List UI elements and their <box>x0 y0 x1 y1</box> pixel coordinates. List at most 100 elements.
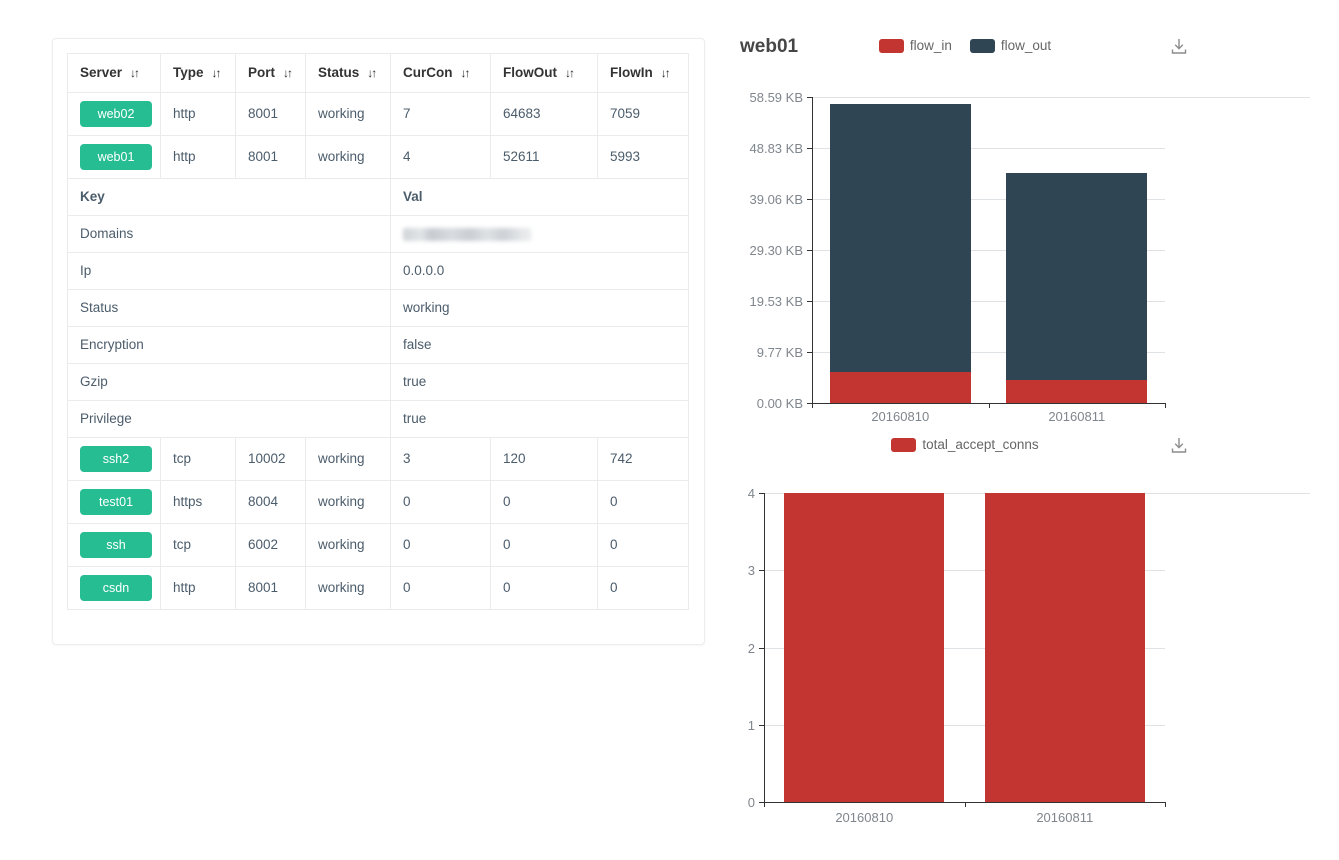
bar-segment-total_accept_conns[interactable] <box>784 493 944 802</box>
x-axis-tick <box>1165 802 1166 807</box>
y-axis-label: 48.83 KB <box>735 141 803 156</box>
cell-value: tcp <box>173 451 191 466</box>
table-header: Server↓↑Type↓↑Port↓↑Status↓↑CurCon↓↑Flow… <box>68 54 689 93</box>
cell-value: 0 <box>403 494 411 509</box>
x-axis-tick <box>1165 403 1166 408</box>
y-axis-label: 0.00 KB <box>735 396 803 411</box>
cell-value: 0 <box>610 580 618 595</box>
download-icon[interactable] <box>1168 36 1192 60</box>
cell-value: 0 <box>403 580 411 595</box>
sort-icon[interactable]: ↓↑ <box>661 65 669 81</box>
bar-segment-flow_in[interactable] <box>1006 380 1147 403</box>
sort-icon[interactable]: ↓↑ <box>367 65 375 81</box>
y-axis-label: 1 <box>735 718 755 733</box>
cell-value: 0 <box>503 580 511 595</box>
cell-value: 0 <box>503 537 511 552</box>
cell-value: working <box>318 106 365 121</box>
column-header-server[interactable]: Server↓↑ <box>68 54 161 93</box>
cell-value: 5993 <box>610 149 640 164</box>
cell-value: 8001 <box>248 106 278 121</box>
cell-value: working <box>318 149 365 164</box>
cell-value: 0 <box>403 537 411 552</box>
detail-key: Encryption <box>68 327 391 364</box>
cell-value: 10002 <box>248 451 286 466</box>
detail-row: Ip0.0.0.0 <box>68 253 689 290</box>
sort-icon[interactable]: ↓↑ <box>565 65 573 81</box>
column-header-port[interactable]: Port↓↑ <box>236 54 306 93</box>
y-axis-label: 2 <box>735 641 755 656</box>
legend-label: total_accept_conns <box>922 437 1038 452</box>
sort-icon[interactable]: ↓↑ <box>283 65 291 81</box>
detail-value: true <box>403 411 426 426</box>
cell-value: 52611 <box>503 149 540 164</box>
cell-value: 8001 <box>248 149 278 164</box>
redacted-value <box>403 228 531 241</box>
column-label: CurCon <box>403 65 453 80</box>
cell-value: 0 <box>610 537 618 552</box>
server-badge[interactable]: ssh2 <box>80 446 152 472</box>
bar-segment-flow_out[interactable] <box>830 104 971 372</box>
x-axis-label: 20160811 <box>989 409 1166 424</box>
sort-icon[interactable]: ↓↑ <box>212 65 220 81</box>
cell-value: 742 <box>610 451 633 466</box>
cell-value: working <box>318 537 365 552</box>
cell-value: 8004 <box>248 494 278 509</box>
legend-label: flow_in <box>910 38 952 53</box>
table-row: sshtcp6002working000 <box>68 524 689 567</box>
table-row: csdnhttp8001working000 <box>68 567 689 610</box>
server-badge[interactable]: test01 <box>80 489 152 515</box>
y-axis-label: 29.30 KB <box>735 243 803 258</box>
cell-value: 64683 <box>503 106 541 121</box>
bar-segment-total_accept_conns[interactable] <box>985 493 1145 802</box>
cell-value: 7059 <box>610 106 640 121</box>
column-header-type[interactable]: Type ↓↑ <box>161 54 236 93</box>
flow-stacked-bar-chart: 0.00 KB9.77 KB19.53 KB29.30 KB39.06 KB48… <box>735 85 1315 440</box>
detail-header-row: KeyVal <box>68 179 689 216</box>
y-axis-label: 9.77 KB <box>735 345 803 360</box>
column-header-flowout[interactable]: FlowOut↓↑ <box>491 54 598 93</box>
legend-item-flow_in[interactable]: flow_in <box>879 38 952 53</box>
column-header-curcon[interactable]: CurCon ↓↑ <box>391 54 491 93</box>
sort-icon[interactable]: ↓↑ <box>130 65 138 81</box>
x-axis-label: 20160811 <box>965 810 1166 825</box>
download-icon[interactable] <box>1168 435 1192 459</box>
cell-value: 0 <box>610 494 618 509</box>
legend-item-flow_out[interactable]: flow_out <box>970 38 1051 53</box>
cell-value: 6002 <box>248 537 278 552</box>
cell-value: http <box>173 580 196 595</box>
cell-value: working <box>318 451 365 466</box>
y-axis-line <box>812 97 813 403</box>
legend-swatch <box>891 438 916 452</box>
table-row: ssh2tcp10002working3120742 <box>68 438 689 481</box>
server-badge[interactable]: csdn <box>80 575 152 601</box>
detail-row: Domains <box>68 216 689 253</box>
column-header-status[interactable]: Status↓↑ <box>306 54 391 93</box>
sort-icon[interactable]: ↓↑ <box>461 65 469 81</box>
bar-segment-flow_out[interactable] <box>1006 173 1147 380</box>
x-axis-label: 20160810 <box>764 810 965 825</box>
cell-value: http <box>173 149 196 164</box>
server-badge[interactable]: ssh <box>80 532 152 558</box>
server-badge[interactable]: web02 <box>80 101 152 127</box>
gridline <box>812 97 1310 98</box>
column-header-flowin[interactable]: FlowIn↓↑ <box>598 54 689 93</box>
server-badge[interactable]: web01 <box>80 144 152 170</box>
y-axis-label: 4 <box>735 486 755 501</box>
cell-value: 0 <box>503 494 511 509</box>
detail-row: Statusworking <box>68 290 689 327</box>
server-table-card: Server↓↑Type↓↑Port↓↑Status↓↑CurCon↓↑Flow… <box>52 38 705 645</box>
cell-value: 120 <box>503 451 526 466</box>
y-axis-label: 58.59 KB <box>735 90 803 105</box>
chart2-legend: total_accept_conns <box>735 437 1195 452</box>
cell-value: working <box>318 580 365 595</box>
cell-value: 7 <box>403 106 411 121</box>
detail-key: Privilege <box>68 401 391 438</box>
x-axis-label: 20160810 <box>812 409 989 424</box>
cell-value: https <box>173 494 202 509</box>
cell-value: working <box>318 494 365 509</box>
detail-value: false <box>403 337 432 352</box>
column-label: Type <box>173 65 204 80</box>
chart1-legend: flow_in flow_out <box>735 38 1195 53</box>
legend-item-total_accept_conns[interactable]: total_accept_conns <box>891 437 1038 452</box>
bar-segment-flow_in[interactable] <box>830 372 971 403</box>
